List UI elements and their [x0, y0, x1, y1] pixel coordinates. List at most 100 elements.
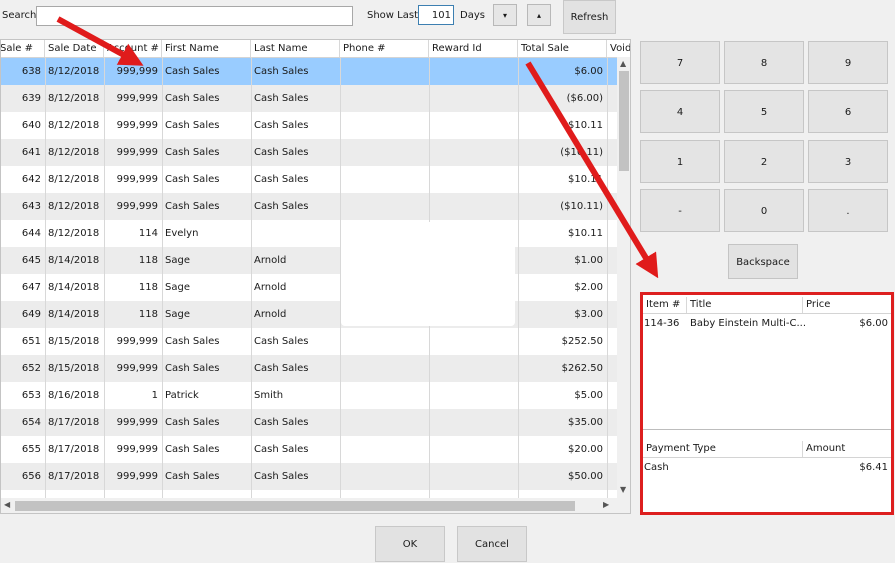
cell-phone — [340, 85, 429, 112]
cell-last-name: Cash Sales — [254, 471, 309, 482]
cell-sale: 654 — [21, 417, 41, 428]
table-row[interactable]: 645 8/14/2018 118 Sage Arnold $1.00 — [1, 247, 617, 274]
cell-first-name: Cash Sales — [165, 93, 220, 104]
keypad-key[interactable]: 3 — [808, 140, 888, 183]
keypad-key[interactable]: - — [640, 189, 720, 232]
cell-sale-date: 8/17/2018 — [48, 471, 100, 482]
cell-reward-id — [429, 166, 518, 193]
cell-last-name: Cash Sales — [254, 93, 309, 104]
cell-first-name: Cash Sales — [165, 336, 220, 347]
table-row[interactable]: 638 8/12/2018 999,999 Cash Sales Cash Sales $… — [1, 58, 617, 85]
cell-sale: 652 — [21, 363, 41, 374]
table-row[interactable]: 643 8/12/2018 999,999 Cash Sales Cash Sales (… — [1, 193, 617, 220]
days-up-button[interactable]: ▴ — [527, 4, 551, 26]
chevron-left-icon[interactable]: ◀ — [4, 500, 10, 509]
keypad-key[interactable]: . — [808, 189, 888, 232]
cell-sale: 653 — [21, 390, 41, 401]
keypad-key[interactable]: 9 — [808, 41, 888, 84]
column-header-void[interactable]: Void — [607, 40, 630, 57]
item-price: $6.00 — [859, 318, 888, 329]
refresh-button[interactable]: Refresh — [563, 0, 616, 34]
table-row[interactable]: 656 8/17/2018 999,999 Cash Sales Cash Sales $… — [1, 463, 617, 490]
cell-first-name: Cash Sales — [165, 363, 220, 374]
column-header-account[interactable]: Account # — [104, 40, 162, 57]
keypad-key[interactable]: 4 — [640, 90, 720, 133]
keypad-key[interactable]: 0 — [724, 189, 804, 232]
table-row[interactable]: 642 8/12/2018 999,999 Cash Sales Cash Sales $… — [1, 166, 617, 193]
search-label: Search — [2, 10, 37, 21]
cell-first-name: Cash Sales — [165, 147, 220, 158]
cell-sale: 639 — [21, 93, 41, 104]
cell-sale-date: 8/12/2018 — [48, 228, 100, 239]
chevron-right-icon[interactable]: ▶ — [603, 500, 609, 509]
cell-account: 114 — [138, 228, 158, 239]
column-header-reward-id[interactable]: Reward Id — [429, 40, 518, 57]
days-down-button[interactable]: ▾ — [493, 4, 517, 26]
cell-last-name: Arnold — [254, 255, 287, 266]
horizontal-scroll-thumb[interactable] — [15, 501, 575, 511]
cell-reward-id — [429, 436, 518, 463]
table-row[interactable]: 653 8/16/2018 1 Patrick Smith $5.00 — [1, 382, 617, 409]
cell-account: 999,999 — [116, 147, 158, 158]
cell-sale: 655 — [21, 444, 41, 455]
search-input[interactable] — [36, 6, 353, 26]
items-column-title[interactable]: Title — [687, 297, 803, 313]
cell-last-name: Cash Sales — [254, 120, 309, 131]
column-header-phone[interactable]: Phone # — [340, 40, 429, 57]
table-row[interactable]: 647 8/14/2018 118 Sage Arnold $2.00 — [1, 274, 617, 301]
horizontal-scrollbar[interactable]: ◀ ▶ — [1, 498, 630, 513]
table-row[interactable]: 641 8/12/2018 999,999 Cash Sales Cash Sales (… — [1, 139, 617, 166]
cell-total-sale: ($10.11) — [560, 147, 603, 158]
items-column-price[interactable]: Price — [803, 297, 891, 313]
ok-button[interactable]: OK — [375, 526, 445, 562]
keypad-key[interactable]: 5 — [724, 90, 804, 133]
table-row[interactable]: 644 8/12/2018 114 Evelyn $10.11 — [1, 220, 617, 247]
cell-total-sale: $1.00 — [574, 255, 603, 266]
table-row[interactable]: 652 8/15/2018 999,999 Cash Sales Cash Sales $… — [1, 355, 617, 382]
vertical-scroll-thumb[interactable] — [619, 71, 629, 171]
table-row[interactable]: 651 8/15/2018 999,999 Cash Sales Cash Sales $… — [1, 328, 617, 355]
cell-total-sale: $10.11 — [568, 228, 603, 239]
cancel-button[interactable]: Cancel — [457, 526, 527, 562]
cell-last-name — [251, 220, 340, 247]
column-header-sale[interactable]: Sale # — [1, 40, 45, 57]
items-column-item[interactable]: Item # — [643, 297, 687, 313]
keypad-key[interactable]: 1 — [640, 140, 720, 183]
cell-total-sale: $3.00 — [574, 309, 603, 320]
item-title: Baby Einstein Multi-C... — [690, 318, 807, 329]
keypad-key[interactable]: 8 — [724, 41, 804, 84]
cell-sale-date: 8/16/2018 — [48, 390, 100, 401]
table-row[interactable]: 654 8/17/2018 999,999 Cash Sales Cash Sales $… — [1, 409, 617, 436]
cell-phone — [340, 193, 429, 220]
cell-sale-date: 8/12/2018 — [48, 174, 100, 185]
column-header-total-sale[interactable]: Total Sale — [518, 40, 607, 57]
payments-column-amount[interactable]: Amount — [803, 441, 891, 457]
days-input[interactable]: 101 — [418, 5, 454, 25]
cell-account: 999,999 — [116, 201, 158, 212]
payments-column-type[interactable]: Payment Type — [643, 441, 803, 457]
table-row[interactable]: 649 8/14/2018 118 Sage Arnold $3.00 — [1, 301, 617, 328]
backspace-button[interactable]: Backspace — [728, 244, 798, 279]
cell-sale: 645 — [21, 255, 41, 266]
chevron-up-icon[interactable]: ▲ — [620, 59, 626, 68]
chevron-down-icon[interactable]: ▼ — [620, 485, 626, 494]
cell-phone — [340, 355, 429, 382]
cell-last-name: Smith — [254, 390, 284, 401]
table-row[interactable]: 640 8/12/2018 999,999 Cash Sales Cash Sales $… — [1, 112, 617, 139]
column-header-sale-date[interactable]: Sale Date — [45, 40, 104, 57]
cell-sale: 640 — [21, 120, 41, 131]
sales-grid[interactable]: Sale # Sale Date Account # First Name La… — [0, 39, 631, 514]
keypad-key[interactable]: 6 — [808, 90, 888, 133]
vertical-scrollbar[interactable]: ▲ ▼ — [617, 57, 630, 498]
keypad-key[interactable]: 2 — [724, 140, 804, 183]
column-header-first-name[interactable]: First Name — [162, 40, 251, 57]
table-row[interactable]: 655 8/17/2018 999,999 Cash Sales Cash Sales $… — [1, 436, 617, 463]
payments-table-header: Payment Type Amount — [643, 441, 891, 458]
table-row[interactable]: 639 8/12/2018 999,999 Cash Sales Cash Sales (… — [1, 85, 617, 112]
cell-sale-date: 8/14/2018 — [48, 282, 100, 293]
payment-type: Cash — [644, 462, 669, 473]
keypad-key[interactable]: 7 — [640, 41, 720, 84]
cell-account: 999,999 — [116, 93, 158, 104]
days-label: Days — [460, 10, 485, 21]
column-header-last-name[interactable]: Last Name — [251, 40, 340, 57]
